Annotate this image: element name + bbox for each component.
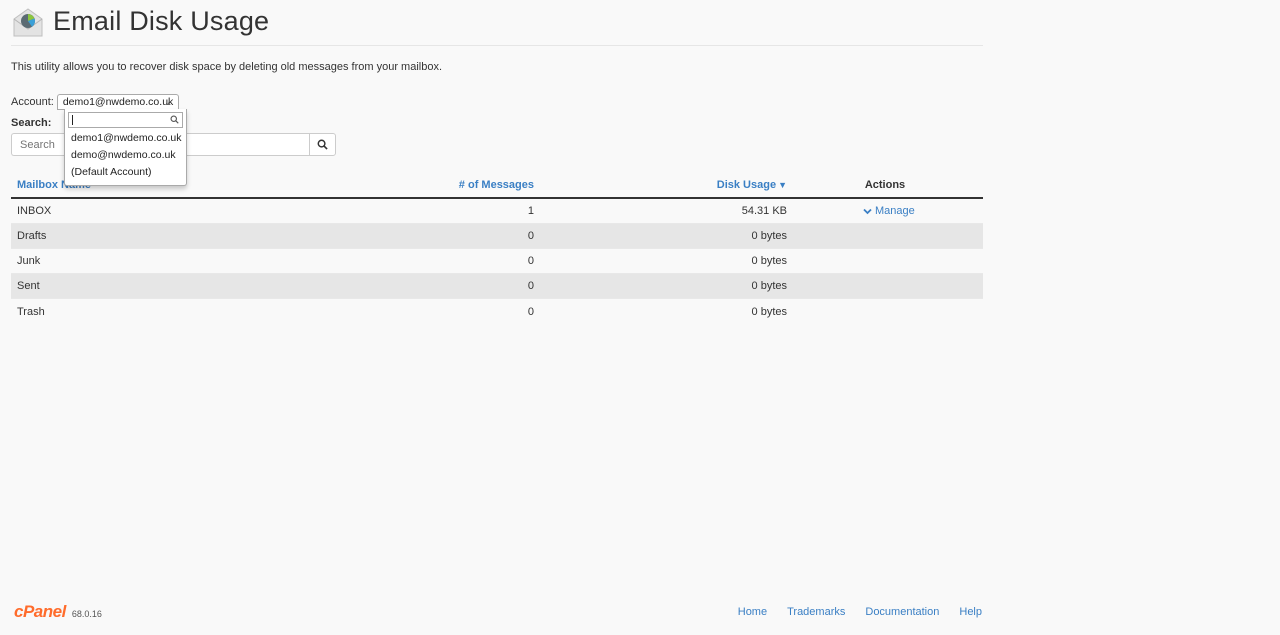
account-option[interactable]: demo@nwdemo.co.uk [65, 147, 186, 164]
table-row: INBOX 1 54.31 KB Manage [11, 199, 983, 224]
message-count: 1 [527, 205, 534, 217]
search-label: Search: [11, 117, 52, 129]
mailbox-name: Sent [17, 280, 40, 292]
column-actions: Actions [864, 179, 906, 191]
search-icon [170, 115, 179, 124]
column-messages[interactable]: # of Messages [421, 179, 534, 191]
message-count: 0 [527, 280, 534, 292]
email-disk-usage-icon [13, 7, 43, 36]
disk-usage: 0 bytes [751, 255, 787, 267]
disk-usage: 0 bytes [751, 305, 787, 318]
account-row: Account: demo1@nwdemo.co.uk ▲ [11, 94, 179, 110]
mailbox-table: Mailbox Name # of Messages Disk Usage ▼ A… [11, 173, 983, 324]
mailbox-name: Drafts [17, 230, 47, 242]
version-label: 68.0.16 [71, 608, 102, 619]
search-icon [317, 139, 328, 150]
main-container: Email Disk Usage This utility allows you… [11, 0, 983, 318]
message-count: 0 [527, 305, 534, 318]
manage-button[interactable]: Manage [787, 205, 983, 217]
page: Email Disk Usage This utility allows you… [0, 0, 1280, 635]
mailbox-name: Trash [17, 305, 45, 318]
account-select[interactable]: demo1@nwdemo.co.uk ▲ [56, 94, 179, 110]
account-label: Account: [11, 96, 54, 108]
footer-link-trademarks[interactable]: Trademarks [787, 606, 845, 618]
table-row: Drafts 0 0 bytes [11, 224, 983, 249]
account-option[interactable]: demo1@nwdemo.co.uk [65, 130, 186, 147]
account-dropdown: demo1@nwdemo.co.uk demo@nwdemo.co.uk (De… [64, 109, 187, 186]
cpanel-logo[interactable]: cPanel [14, 602, 66, 622]
disk-usage: 0 bytes [751, 280, 787, 292]
sort-desc-icon: ▼ [778, 180, 787, 190]
text-cursor [72, 115, 73, 125]
disk-usage: 54.31 KB [741, 205, 787, 217]
message-count: 0 [527, 255, 534, 267]
table-row: Sent 0 0 bytes [11, 274, 983, 299]
footer-link-documentation[interactable]: Documentation [865, 606, 939, 618]
chevron-down-icon [863, 208, 872, 214]
account-select-value: demo1@nwdemo.co.uk [62, 96, 174, 108]
table-row: Trash 0 0 bytes [11, 299, 983, 324]
search-button[interactable] [309, 133, 336, 156]
page-header: Email Disk Usage [11, 0, 983, 46]
page-title: Email Disk Usage [53, 6, 270, 36]
manage-label: Manage [875, 205, 915, 217]
account-option[interactable]: (Default Account) [65, 164, 186, 181]
column-disk-usage-label: Disk Usage [716, 179, 777, 191]
account-filter-input[interactable] [68, 112, 183, 128]
message-count: 0 [527, 230, 534, 242]
footer: cPanel 68.0.16 Home Trademarks Documenta… [14, 600, 982, 624]
column-disk-usage[interactable]: Disk Usage ▼ [534, 179, 787, 191]
disk-usage: 0 bytes [751, 230, 787, 242]
footer-links: Home Trademarks Documentation Help [718, 606, 982, 618]
mailbox-name: Junk [17, 255, 41, 267]
table-row: Junk 0 0 bytes [11, 249, 983, 274]
intro-text: This utility allows you to recover disk … [11, 61, 443, 73]
footer-link-home[interactable]: Home [738, 606, 767, 618]
mailbox-name: INBOX [17, 205, 52, 217]
footer-link-help[interactable]: Help [959, 606, 982, 618]
